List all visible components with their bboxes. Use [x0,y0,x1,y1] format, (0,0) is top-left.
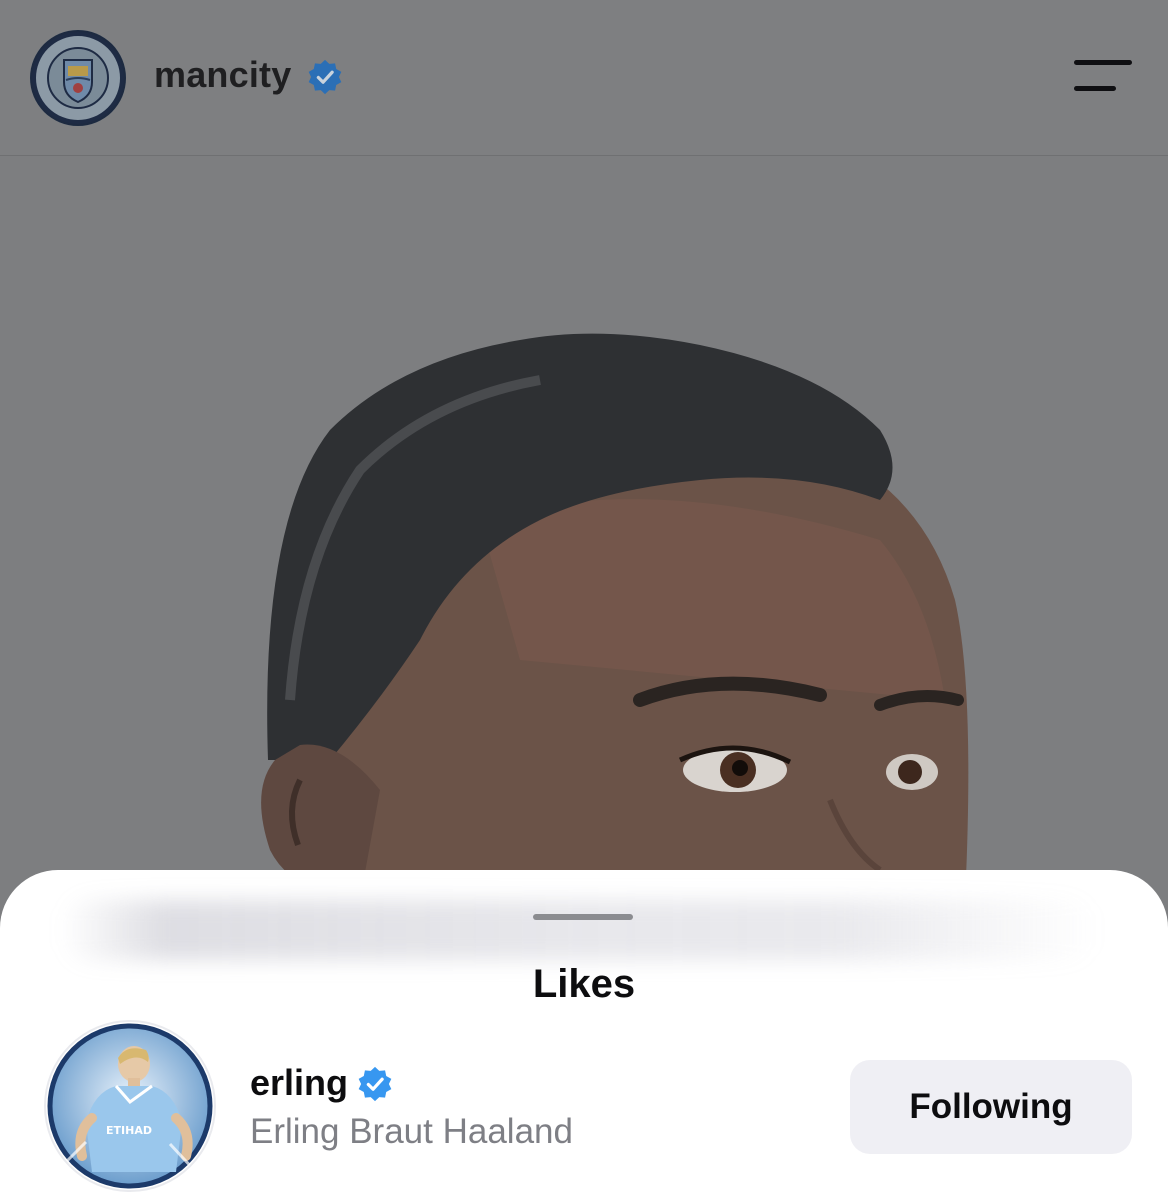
liker-full-name: Erling Braut Haaland [250,1112,573,1151]
svg-text:ETIHAD: ETIHAD [106,1124,152,1137]
blurred-caption [60,900,1100,960]
following-button[interactable]: Following [850,1060,1132,1154]
menu-icon[interactable] [1068,58,1134,98]
player-in-sky-blue-kit-avatar[interactable]: ETIHAD [46,1022,214,1190]
liker-username[interactable]: erling [250,1062,348,1104]
verified-badge-icon [308,59,342,95]
likes-title: Likes [532,962,636,1006]
manchester-city-crest-icon[interactable] [30,30,126,126]
verified-badge-icon [358,1066,392,1102]
sheet-grabber-handle[interactable] [533,914,633,920]
profile-username[interactable]: mancity [154,54,291,96]
profile-header: mancity [0,0,1168,156]
